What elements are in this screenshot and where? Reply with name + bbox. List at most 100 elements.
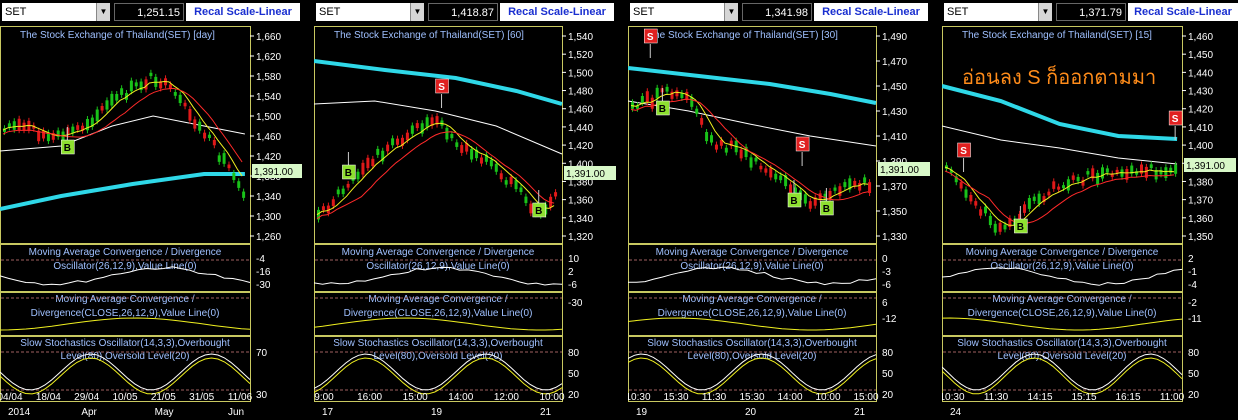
x-tick-label: 15:30 bbox=[739, 392, 764, 403]
chevron-down-icon[interactable]: ▼ bbox=[410, 3, 424, 21]
candle-bear bbox=[460, 145, 464, 153]
candle-bull bbox=[207, 134, 211, 138]
candle-bull bbox=[1076, 176, 1080, 182]
candle-bear bbox=[1023, 204, 1026, 213]
macd-tick-label: 2 bbox=[568, 267, 574, 278]
candle-bull bbox=[803, 194, 807, 204]
candle-bull bbox=[504, 180, 508, 185]
x-tick-label: 12:00 bbox=[494, 392, 519, 403]
symbol-select[interactable]: SET ▼ bbox=[316, 3, 424, 21]
chart-title: The Stock Exchange of Thailand(SET) [30] bbox=[648, 30, 838, 41]
candle-bull bbox=[754, 157, 758, 162]
price-tick-label: 1,430 bbox=[1188, 87, 1213, 98]
price-tick-label: 1,500 bbox=[568, 68, 593, 79]
macd2-subtitle: Divergence(CLOSE,26,12,9),Value Line(0) bbox=[658, 308, 847, 319]
candle-bear bbox=[858, 182, 862, 191]
chart-title: The Stock Exchange of Thailand(SET) [15] bbox=[962, 30, 1152, 41]
current-price-value: 1,391.00 bbox=[880, 165, 919, 176]
chevron-down-icon[interactable]: ▼ bbox=[724, 3, 738, 21]
candle-bear bbox=[1047, 191, 1051, 196]
x-tick-label: 16:15 bbox=[1115, 392, 1140, 403]
macd2-tick-label: -11 bbox=[1188, 314, 1202, 325]
signal-label: B bbox=[64, 143, 71, 154]
chart-header: SET ▼ 1,251.15 Recal Scale-Linear bbox=[0, 0, 304, 26]
x-tick-label: 15:00 bbox=[853, 392, 878, 403]
candle-bull bbox=[110, 93, 114, 106]
candle-bear bbox=[979, 209, 983, 216]
recal-scale-button[interactable]: Recal Scale-Linear bbox=[186, 3, 300, 21]
stoch-title: Slow Stochastics Oscillator(14,3,3),Over… bbox=[957, 338, 1167, 349]
recal-scale-button[interactable]: Recal Scale-Linear bbox=[500, 3, 614, 21]
macd-tick-label: 0 bbox=[882, 254, 888, 265]
candle-bear bbox=[188, 109, 192, 121]
chart-panel-day: SET ▼ 1,251.15 Recal Scale-Linear 1,660 1,… bbox=[0, 0, 304, 420]
x-tick-label: 11:30 bbox=[702, 392, 727, 403]
stoch-subtitle: Level(80),Oversold Level(20) bbox=[998, 351, 1127, 362]
current-price-value: 1,391.00 bbox=[254, 167, 293, 178]
candle-bear bbox=[1115, 169, 1119, 173]
candle-bull bbox=[455, 142, 459, 147]
chart-header: SET ▼ 1,418.87 Recal Scale-Linear bbox=[314, 0, 618, 26]
price-tick-label: 1,320 bbox=[568, 232, 593, 243]
chart-header: SET ▼ 1,341.98 Recal Scale-Linear bbox=[628, 0, 932, 26]
candle-bear bbox=[212, 139, 216, 146]
candle-bull bbox=[489, 159, 493, 167]
candle-bear bbox=[499, 173, 503, 180]
candle-bull bbox=[1164, 167, 1168, 178]
symbol-select[interactable]: SET ▼ bbox=[944, 3, 1052, 21]
candle-bear bbox=[974, 201, 978, 206]
candle-bull bbox=[445, 127, 449, 140]
macd-tick-label: -3 bbox=[882, 267, 891, 278]
x-axis-band bbox=[628, 402, 932, 420]
x-tick-label: 15:00 bbox=[403, 392, 428, 403]
candle-bear bbox=[42, 130, 46, 139]
macd2-subtitle: Divergence(CLOSE,26,12,9),Value Line(0) bbox=[31, 308, 220, 319]
macd-subtitle: Oscillator(26,12,9),Value Line(0) bbox=[680, 261, 823, 272]
price-tick-label: 1,480 bbox=[568, 87, 593, 98]
chevron-down-icon[interactable]: ▼ bbox=[1038, 3, 1052, 21]
macd-title: Moving Average Convergence / Divergence bbox=[29, 247, 222, 258]
candle-bear bbox=[361, 162, 365, 175]
candle-bull bbox=[655, 87, 659, 99]
price-tick-label: 1,540 bbox=[256, 92, 281, 103]
candle-bull bbox=[120, 88, 124, 95]
signal-label: B bbox=[659, 104, 666, 115]
candle-bear bbox=[415, 123, 419, 129]
x-tick-label: 11:30 bbox=[984, 392, 1009, 403]
recal-scale-button[interactable]: Recal Scale-Linear bbox=[814, 3, 928, 21]
candle-bull bbox=[843, 182, 847, 188]
symbol-select[interactable]: SET ▼ bbox=[630, 3, 738, 21]
candle-bear bbox=[838, 186, 842, 196]
price-tick-label: 1,400 bbox=[1188, 141, 1213, 152]
candle-bear bbox=[645, 91, 649, 103]
macd-tick-label: -16 bbox=[256, 267, 271, 278]
symbol-select[interactable]: SET ▼ bbox=[2, 3, 110, 21]
candle-bear bbox=[808, 201, 812, 209]
x-group-label: 21 bbox=[854, 407, 866, 418]
last-price: 1,418.87 bbox=[428, 3, 498, 21]
candle-bear bbox=[969, 195, 973, 202]
chart-panel-60: SET ▼ 1,418.87 Recal Scale-Linear 1,540 1,… bbox=[314, 0, 618, 420]
candle-bull bbox=[237, 181, 241, 188]
price-tick-label: 1,420 bbox=[256, 152, 281, 163]
candle-bear bbox=[700, 118, 704, 125]
candle-bear bbox=[479, 157, 483, 164]
price-tick-label: 1,340 bbox=[568, 214, 593, 225]
candle-bear bbox=[739, 149, 743, 159]
candle-bear bbox=[759, 165, 763, 170]
candle-bull bbox=[749, 157, 753, 168]
candle-bear bbox=[346, 183, 350, 188]
candle-bear bbox=[868, 182, 872, 194]
macd-tick-label: 10 bbox=[568, 254, 580, 265]
x-group-label: 2014 bbox=[8, 407, 31, 418]
candle-bear bbox=[998, 222, 1002, 232]
chart-title: The Stock Exchange of Thailand(SET) [60] bbox=[334, 30, 524, 41]
macd-tick-label: -30 bbox=[256, 280, 271, 291]
candle-bear bbox=[396, 138, 400, 145]
stoch-tick-label: 20 bbox=[568, 390, 580, 401]
x-axis-band bbox=[0, 402, 304, 420]
chevron-down-icon[interactable]: ▼ bbox=[96, 3, 110, 21]
x-group-label: 19 bbox=[636, 407, 648, 418]
recal-scale-button[interactable]: Recal Scale-Linear bbox=[1128, 3, 1238, 21]
pane-frame bbox=[314, 26, 563, 244]
